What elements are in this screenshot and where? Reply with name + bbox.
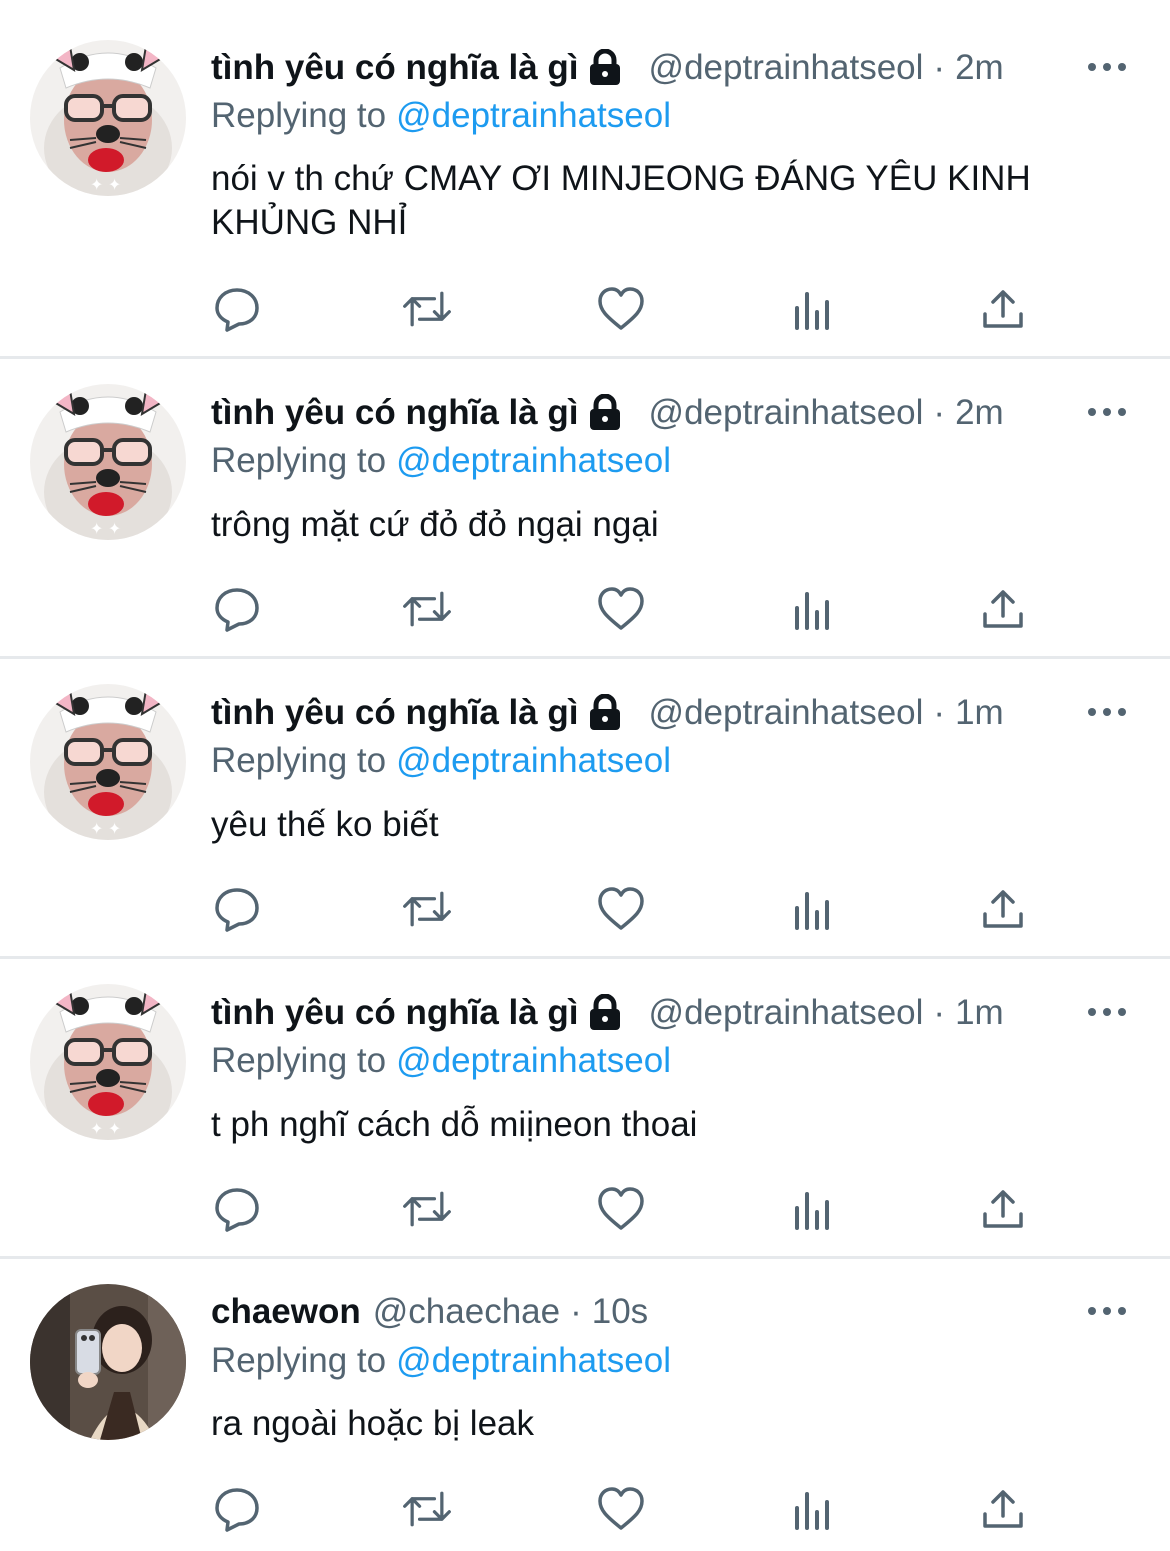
share-icon[interactable] bbox=[977, 584, 1029, 634]
mention-link[interactable]: @deptrainhatseol bbox=[396, 96, 671, 135]
tweet-header: tình yêu có nghĩa là gì @deptrainhatseol… bbox=[211, 989, 1004, 1037]
share-icon[interactable] bbox=[977, 284, 1029, 334]
analytics-icon[interactable] bbox=[787, 584, 839, 634]
replying-label: Replying to bbox=[211, 441, 387, 480]
retweet-icon[interactable] bbox=[401, 584, 453, 634]
handle[interactable]: @deptrainhatseol bbox=[649, 993, 924, 1033]
mention-link[interactable]: @deptrainhatseol bbox=[396, 1041, 671, 1080]
more-options-icon[interactable] bbox=[1088, 43, 1126, 91]
retweet-icon[interactable] bbox=[401, 884, 453, 934]
tweet-text: t ph nghĩ cách dỗ miịneon thoai bbox=[211, 1105, 698, 1144]
display-name[interactable]: chaewon bbox=[211, 1292, 361, 1332]
action-bar bbox=[211, 884, 1031, 934]
more-options-icon[interactable] bbox=[1088, 388, 1126, 436]
reply-icon[interactable] bbox=[211, 1484, 263, 1534]
svg-text:✦ ✦: ✦ ✦ bbox=[90, 1121, 121, 1138]
reply-icon[interactable] bbox=[211, 284, 263, 334]
separator-dot: · bbox=[933, 48, 946, 87]
replying-to: Replying to @deptrainhatseol bbox=[211, 741, 671, 781]
like-icon[interactable] bbox=[595, 284, 647, 334]
share-icon[interactable] bbox=[977, 1184, 1029, 1234]
action-bar bbox=[211, 1184, 1031, 1234]
display-name[interactable]: tình yêu có nghĩa là gì bbox=[211, 48, 579, 88]
mention-link[interactable]: @deptrainhatseol bbox=[396, 741, 671, 780]
timestamp[interactable]: 1m bbox=[955, 693, 1004, 733]
action-bar bbox=[211, 584, 1031, 634]
tweet-text: yêu thế ko biết bbox=[211, 805, 439, 844]
handle[interactable]: @deptrainhatseol bbox=[649, 48, 924, 88]
handle[interactable]: @deptrainhatseol bbox=[649, 393, 924, 433]
replying-label: Replying to bbox=[211, 96, 387, 135]
svg-text:✦ ✦: ✦ ✦ bbox=[90, 177, 121, 194]
separator-dot: · bbox=[933, 393, 946, 432]
display-name[interactable]: tình yêu có nghĩa là gì bbox=[211, 693, 579, 733]
replying-label: Replying to bbox=[211, 1041, 387, 1080]
avatar[interactable]: ✦ ✦ bbox=[30, 684, 186, 840]
reply-icon[interactable] bbox=[211, 884, 263, 934]
replying-to: Replying to @deptrainhatseol bbox=[211, 1041, 671, 1081]
divider bbox=[0, 1256, 1170, 1259]
svg-text:✦ ✦: ✦ ✦ bbox=[90, 521, 121, 538]
lock-icon bbox=[587, 694, 623, 732]
retweet-icon[interactable] bbox=[401, 1184, 453, 1234]
analytics-icon[interactable] bbox=[787, 884, 839, 934]
replying-label: Replying to bbox=[211, 741, 387, 780]
mention-link[interactable]: @deptrainhatseol bbox=[396, 1341, 671, 1380]
handle[interactable]: @chaechae bbox=[373, 1292, 560, 1332]
like-icon[interactable] bbox=[595, 1484, 647, 1534]
avatar[interactable]: ✦ ✦ bbox=[30, 984, 186, 1140]
display-name[interactable]: tình yêu có nghĩa là gì bbox=[211, 993, 579, 1033]
tweet-text: nói v th chứ CMAY ƠI MINJEONG ĐÁNG YÊU K… bbox=[211, 159, 1031, 242]
retweet-icon[interactable] bbox=[401, 284, 453, 334]
handle[interactable]: @deptrainhatseol bbox=[649, 693, 924, 733]
divider bbox=[0, 656, 1170, 659]
separator-dot: · bbox=[570, 1292, 582, 1331]
timestamp[interactable]: 2m bbox=[955, 48, 1004, 88]
retweet-icon[interactable] bbox=[401, 1484, 453, 1534]
tweet-header: tình yêu có nghĩa là gì @deptrainhatseol… bbox=[211, 689, 1004, 737]
tweet-text: ra ngoài hoặc bị leak bbox=[211, 1404, 534, 1443]
reply-icon[interactable] bbox=[211, 1184, 263, 1234]
action-bar bbox=[211, 284, 1031, 334]
reply-icon[interactable] bbox=[211, 584, 263, 634]
analytics-icon[interactable] bbox=[787, 1484, 839, 1534]
display-name[interactable]: tình yêu có nghĩa là gì bbox=[211, 393, 579, 433]
timestamp[interactable]: 1m bbox=[955, 993, 1004, 1033]
tweet-header: tình yêu có nghĩa là gì @deptrainhatseol… bbox=[211, 389, 1004, 437]
separator-dot: · bbox=[933, 993, 946, 1032]
more-options-icon[interactable] bbox=[1088, 988, 1126, 1036]
separator-dot: · bbox=[933, 693, 946, 732]
replying-to: Replying to @deptrainhatseol bbox=[211, 1341, 671, 1381]
replying-to: Replying to @deptrainhatseol bbox=[211, 441, 671, 481]
svg-text:✦ ✦: ✦ ✦ bbox=[90, 821, 121, 838]
avatar[interactable]: ✦ ✦ bbox=[30, 40, 186, 196]
tweet-header: chaewon @chaechae · 10s bbox=[211, 1288, 648, 1336]
more-options-icon[interactable] bbox=[1088, 1287, 1126, 1335]
lock-icon bbox=[587, 994, 623, 1032]
avatar[interactable]: ✦ ✦ bbox=[30, 384, 186, 540]
lock-icon bbox=[587, 49, 623, 87]
share-icon[interactable] bbox=[977, 884, 1029, 934]
analytics-icon[interactable] bbox=[787, 1184, 839, 1234]
share-icon[interactable] bbox=[977, 1484, 1029, 1534]
lock-icon bbox=[587, 394, 623, 432]
replying-to: Replying to @deptrainhatseol bbox=[211, 96, 671, 136]
action-bar bbox=[211, 1484, 1031, 1534]
divider bbox=[0, 956, 1170, 959]
tweet-text: trông mặt cứ đỏ đỏ ngại ngại bbox=[211, 505, 659, 544]
tweet-header: tình yêu có nghĩa là gì @deptrainhatseol… bbox=[211, 44, 1004, 92]
divider bbox=[0, 356, 1170, 359]
more-options-icon[interactable] bbox=[1088, 688, 1126, 736]
mention-link[interactable]: @deptrainhatseol bbox=[396, 441, 671, 480]
replying-label: Replying to bbox=[211, 1341, 387, 1380]
analytics-icon[interactable] bbox=[787, 284, 839, 334]
like-icon[interactable] bbox=[595, 1184, 647, 1234]
avatar[interactable] bbox=[30, 1284, 186, 1440]
timestamp[interactable]: 10s bbox=[592, 1292, 648, 1332]
timestamp[interactable]: 2m bbox=[955, 393, 1004, 433]
like-icon[interactable] bbox=[595, 884, 647, 934]
like-icon[interactable] bbox=[595, 584, 647, 634]
